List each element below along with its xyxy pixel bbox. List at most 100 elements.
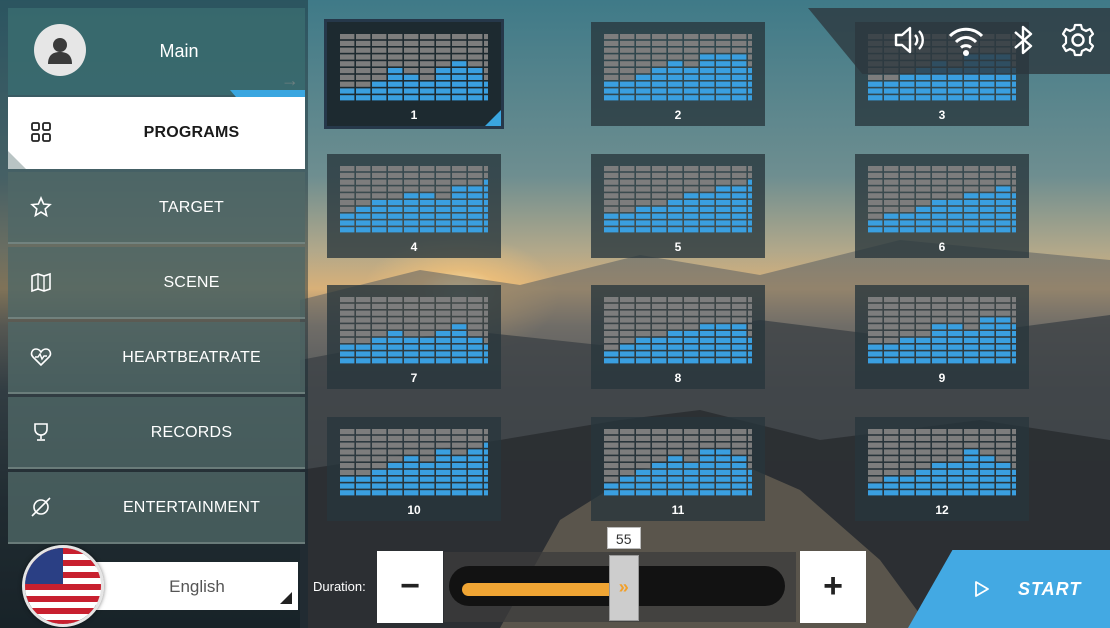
- program-card-8[interactable]: 8: [591, 285, 765, 389]
- level-cell: [452, 213, 467, 219]
- bluetooth-icon[interactable]: [1004, 20, 1044, 60]
- level-cell: [468, 81, 483, 87]
- level-cell: [420, 227, 435, 233]
- arrow-right-icon[interactable]: →: [281, 70, 299, 91]
- level-cell: [948, 463, 963, 469]
- nav-item-heartbeatrate[interactable]: HEARTBEATRATE: [8, 322, 305, 394]
- level-cell: [484, 303, 488, 309]
- level-cell: [420, 317, 435, 323]
- program-card-5[interactable]: 5: [591, 154, 765, 258]
- level-cell: [684, 179, 699, 185]
- level-cell: [964, 331, 979, 337]
- level-cell: [900, 95, 915, 101]
- volume-icon[interactable]: [890, 20, 930, 60]
- slider-handle[interactable]: »: [608, 555, 639, 621]
- program-number: 5: [674, 240, 682, 254]
- level-cell: [340, 351, 355, 357]
- level-cell: [900, 435, 915, 441]
- avatar[interactable]: [34, 24, 86, 76]
- program-card-10[interactable]: 10: [327, 417, 501, 521]
- level-cell: [636, 490, 651, 496]
- program-card-11[interactable]: 11: [591, 417, 765, 521]
- level-cell: [668, 463, 683, 469]
- level-cell: [604, 40, 619, 46]
- level-cell: [948, 166, 963, 172]
- level-cell: [636, 358, 651, 364]
- slider-fill: [462, 583, 624, 596]
- program-number: 3: [938, 108, 946, 122]
- level-cell: [996, 337, 1011, 343]
- nav-item-programs[interactable]: PROGRAMS: [8, 97, 305, 169]
- level-cell: [884, 483, 899, 489]
- level-cell: [484, 172, 488, 178]
- level-cell: [900, 331, 915, 337]
- program-card-7[interactable]: 7: [327, 285, 501, 389]
- level-cell: [948, 186, 963, 192]
- program-profile-chart: [868, 166, 1016, 233]
- level-cell: [884, 193, 899, 199]
- level-cell: [604, 81, 619, 87]
- level-cell: [372, 310, 387, 316]
- level-cell: [1012, 476, 1016, 482]
- program-card-12[interactable]: 12: [855, 417, 1029, 521]
- level-cell: [484, 429, 488, 435]
- settings-icon[interactable]: [1058, 20, 1098, 60]
- program-card-6[interactable]: 6: [855, 154, 1029, 258]
- nav-item-scene[interactable]: SCENE: [8, 247, 305, 319]
- level-cell: [484, 331, 488, 337]
- level-cell: [948, 179, 963, 185]
- wifi-icon[interactable]: [946, 20, 986, 60]
- level-cell: [884, 449, 899, 455]
- level-cell: [732, 166, 747, 172]
- level-cell: [980, 344, 995, 350]
- decrease-duration-button[interactable]: −: [377, 551, 443, 623]
- level-cell: [884, 358, 899, 364]
- level-cell: [668, 351, 683, 357]
- level-cell: [716, 297, 731, 303]
- program-card-4[interactable]: 4: [327, 154, 501, 258]
- us-flag-icon[interactable]: [22, 545, 104, 627]
- level-cell: [996, 95, 1011, 101]
- level-cell: [388, 310, 403, 316]
- level-cell: [388, 317, 403, 323]
- level-cell: [420, 344, 435, 350]
- level-cell: [636, 449, 651, 455]
- level-cell: [652, 172, 667, 178]
- nav-item-entertainment[interactable]: ENTERTAINMENT: [8, 472, 305, 544]
- level-cell: [748, 337, 752, 343]
- level-cell: [452, 88, 467, 94]
- nav-item-target[interactable]: TARGET: [8, 172, 305, 244]
- nav-item-records[interactable]: RECORDS: [8, 397, 305, 469]
- level-cell: [900, 483, 915, 489]
- language-select[interactable]: English: [96, 562, 298, 610]
- program-card-2[interactable]: 2: [591, 22, 765, 126]
- level-cell: [716, 351, 731, 357]
- level-cell: [668, 469, 683, 475]
- increase-duration-button[interactable]: +: [800, 551, 866, 623]
- level-cell: [1012, 435, 1016, 441]
- level-cell: [932, 463, 947, 469]
- level-cell: [916, 317, 931, 323]
- level-cell: [620, 95, 635, 101]
- profile-name: Main: [159, 41, 199, 61]
- level-cell: [356, 303, 371, 309]
- level-cell: [652, 317, 667, 323]
- profile-header[interactable]: Main →: [8, 8, 305, 95]
- level-cell: [404, 213, 419, 219]
- level-cell: [452, 54, 467, 60]
- level-cell: [620, 435, 635, 441]
- level-cell: [948, 324, 963, 330]
- level-cell: [732, 331, 747, 337]
- level-cell: [484, 469, 488, 475]
- level-cell: [468, 463, 483, 469]
- program-card-9[interactable]: 9: [855, 285, 1029, 389]
- program-number: 12: [935, 503, 949, 517]
- level-cell: [964, 449, 979, 455]
- program-number: 1: [410, 108, 418, 122]
- level-cell: [884, 227, 899, 233]
- level-cell: [948, 429, 963, 435]
- program-card-1[interactable]: 1: [324, 19, 504, 129]
- level-cell: [652, 456, 667, 462]
- level-cell: [340, 213, 355, 219]
- selected-indicator: [485, 110, 501, 126]
